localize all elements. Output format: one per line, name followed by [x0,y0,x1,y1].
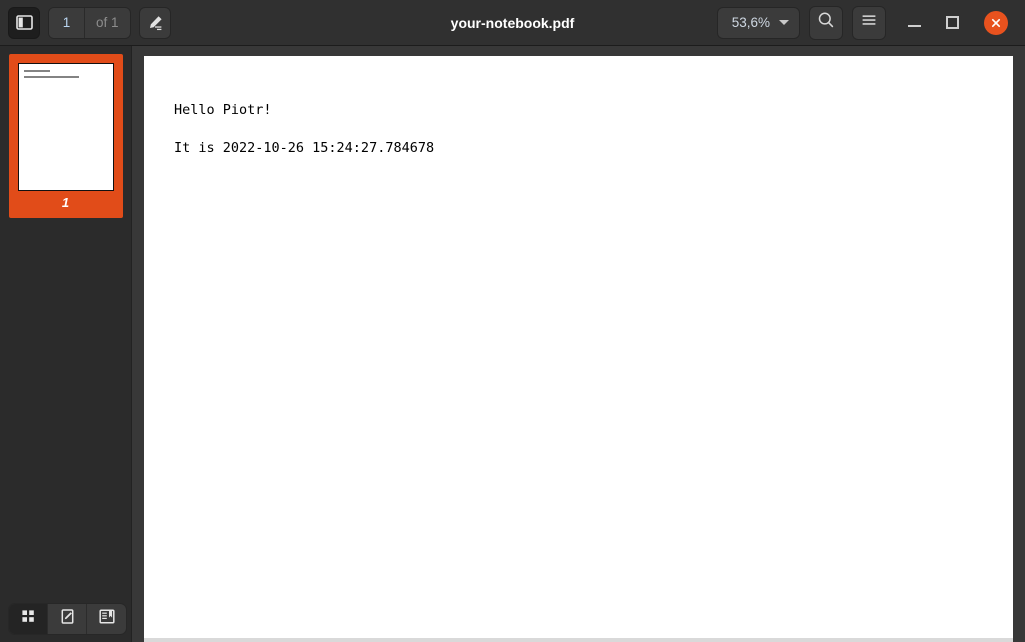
page-total-label: of 1 [96,15,119,30]
pdf-viewer-window: 1 of 1 your-notebook.pdf 53,6% 1 Hello P… [0,0,1025,642]
sidebar-mode-segmented-control[interactable] [8,602,127,635]
main-menu-button[interactable] [852,5,886,40]
pdf-text-line-2: It is 2022-10-26 15:24:27.784678 [174,140,435,157]
hamburger-menu-icon [860,12,878,33]
pdf-page: Hello Piotr! It is 2022-10-26 15:24:27.7… [144,56,1013,642]
pen-edit-icon [59,608,76,630]
header-right-group: 53,6% [716,5,1017,40]
thumbnail-list[interactable]: 1 [0,46,131,595]
thumbnail-text-line [23,70,50,72]
page-bottom-edge [144,638,1013,642]
search-icon [817,11,835,34]
maximize-icon [945,16,959,29]
header-left-group: 1 of 1 [8,6,171,39]
sidebar-panel-icon [15,15,33,30]
sidebar-mode-annotations[interactable] [48,603,87,634]
zoom-level-label: 53,6% [731,15,770,30]
sidebar-mode-thumbnails[interactable] [9,603,48,634]
thumbnail-preview [17,63,114,191]
page-navigation-group[interactable]: 1 of 1 [48,6,131,39]
page-number-input[interactable]: 1 [49,7,85,38]
header-bar: 1 of 1 your-notebook.pdf 53,6% [0,0,1025,46]
window-body: 1 Hello Piotr! It is 2022-10-26 15:24:27… [0,46,1025,642]
zoom-level-dropdown[interactable]: 53,6% [716,6,800,39]
close-icon [984,10,1008,35]
thumbnail-page-label: 1 [61,195,70,210]
sidebar: 1 [0,46,132,642]
grid-thumbnails-icon [20,608,36,629]
sidebar-mode-bar [0,595,131,642]
thumbnail-text-line [23,76,79,78]
close-button[interactable] [977,6,1015,40]
chevron-down-icon [779,20,789,25]
sidebar-mode-outline[interactable] [87,604,126,634]
thumbnail-item-1[interactable]: 1 [8,54,123,218]
pdf-page-text: Hello Piotr! It is 2022-10-26 15:24:27.7… [174,102,1013,156]
pdf-text-line-1: Hello Piotr! [174,102,272,118]
sidebar-toggle-button[interactable] [8,6,40,39]
document-viewer[interactable]: Hello Piotr! It is 2022-10-26 15:24:27.7… [132,46,1025,642]
annotate-button[interactable] [138,6,171,39]
maximize-button[interactable] [933,6,971,40]
bookmark-outline-icon [98,608,116,630]
pen-annotate-icon [146,14,164,32]
minimize-button[interactable] [895,6,933,40]
search-button[interactable] [809,5,843,40]
minimize-icon [907,25,921,27]
